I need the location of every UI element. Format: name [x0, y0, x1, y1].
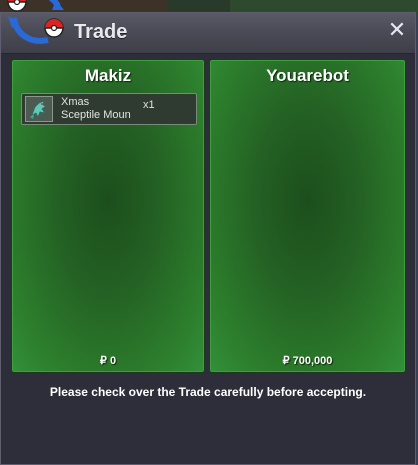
item-quantity: x1	[143, 99, 155, 111]
pokeball-logo-icon	[4, 0, 74, 48]
player-name: Makiz	[84, 66, 132, 85]
trade-item[interactable]: Xmas Sceptile Moun x1	[21, 93, 197, 125]
window-title: Trade	[74, 21, 128, 43]
close-icon: ✕	[387, 18, 407, 43]
player-name: Youarebot	[266, 66, 349, 85]
money-offer: ₽ 0	[99, 355, 117, 367]
money-offer: ₽ 700,000	[282, 355, 333, 367]
close-button[interactable]: ✕	[385, 19, 409, 43]
sceptile-mount-icon	[25, 96, 53, 122]
trade-warning-message: Please check over the Trade carefully be…	[49, 385, 367, 399]
trade-window: Trade ✕ Makiz Xmas Sceptile Moun x1 ₽ 0 …	[0, 12, 416, 465]
partner-trade-panel: Youarebot ₽ 700,000	[209, 59, 406, 373]
my-trade-panel: Makiz Xmas Sceptile Moun x1 ₽ 0	[11, 59, 205, 373]
